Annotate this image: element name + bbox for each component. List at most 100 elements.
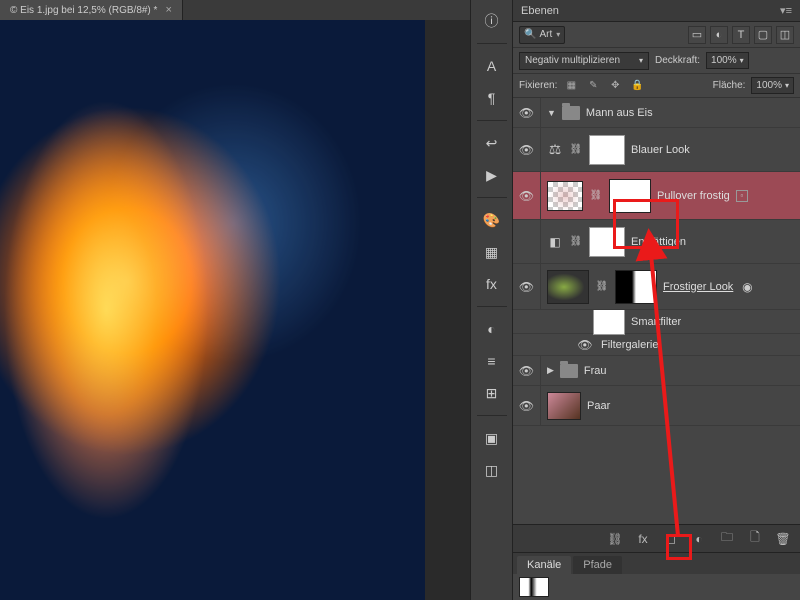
filter-shape-icon[interactable]: ▢ bbox=[754, 26, 772, 44]
expand-arrow-icon[interactable]: ▼ bbox=[547, 108, 556, 118]
channel-thumb[interactable] bbox=[519, 577, 549, 597]
new-layer-icon[interactable]: 🗋 bbox=[746, 530, 764, 548]
visibility-toggle[interactable]: 👁 bbox=[513, 386, 541, 425]
filter-mask-thumb[interactable] bbox=[593, 309, 625, 335]
link-icon[interactable]: ⛓ bbox=[589, 190, 603, 201]
opacity-label: Deckkraft: bbox=[655, 55, 700, 66]
layer-name[interactable]: Frostiger Look bbox=[663, 281, 733, 293]
layer-name[interactable]: Blauer Look bbox=[631, 144, 690, 156]
opacity-value: 100% bbox=[711, 55, 737, 66]
tab-kanale[interactable]: Kanäle bbox=[517, 556, 571, 574]
history-icon[interactable]: ↩ bbox=[479, 130, 505, 156]
document-tab-bar: © Eis 1.jpg bei 12,5% (RGB/8#) * × bbox=[0, 0, 470, 20]
play-icon[interactable]: ▶ bbox=[479, 162, 505, 188]
add-adjust-icon[interactable]: ◐ bbox=[690, 530, 708, 548]
visibility-toggle[interactable]: 👁 bbox=[513, 128, 541, 171]
filter-type-select[interactable]: 🔍 Art ▾ bbox=[519, 26, 565, 44]
lock-paint-icon[interactable]: ✎ bbox=[585, 78, 601, 94]
visibility-toggle[interactable]: 👁 bbox=[513, 172, 541, 219]
document-tab[interactable]: © Eis 1.jpg bei 12,5% (RGB/8#) * × bbox=[0, 0, 183, 20]
layer-name[interactable]: Frau bbox=[584, 365, 607, 377]
lock-all-icon[interactable]: 🔒 bbox=[629, 78, 645, 94]
filter-pixmap-icon[interactable]: ▭ bbox=[688, 26, 706, 44]
mask-thumb[interactable] bbox=[589, 227, 625, 257]
para-icon[interactable]: ¶ bbox=[479, 85, 505, 111]
panel-menu-icon[interactable]: ▾≡ bbox=[780, 4, 792, 17]
chevron-down-icon: ▾ bbox=[556, 30, 560, 39]
new-group-icon[interactable]: 🗀 bbox=[718, 530, 736, 548]
visibility-toggle[interactable]: 👁 bbox=[513, 356, 541, 385]
visibility-toggle[interactable]: 👁 bbox=[513, 98, 541, 127]
lock-transp-icon[interactable]: ▦ bbox=[563, 78, 579, 94]
close-icon[interactable]: × bbox=[165, 4, 171, 16]
layer-frostiger-look[interactable]: 👁 ⛓ Frostiger Look ◉ bbox=[513, 264, 800, 310]
layer-paar[interactable]: 👁 Paar bbox=[513, 386, 800, 426]
layers-list: 👁 ▼ Mann aus Eis 👁 ⚖ ⛓ Blauer Look 👁 ⛓ bbox=[513, 98, 800, 524]
layer-pullover-frostig[interactable]: 👁 ⛓ Pullover frostig ▫ bbox=[513, 172, 800, 220]
layer-group-mann[interactable]: 👁 ▼ Mann aus Eis bbox=[513, 98, 800, 128]
document-tab-title: © Eis 1.jpg bei 12,5% (RGB/8#) * bbox=[10, 5, 157, 16]
link-icon[interactable]: ⛓ bbox=[569, 144, 583, 155]
layer-entsattigen[interactable]: ◧ ⛓ Entsättigen bbox=[513, 220, 800, 264]
layer-name[interactable]: Paar bbox=[587, 400, 610, 412]
delete-layer-icon[interactable]: 🗑 bbox=[774, 530, 792, 548]
info-icon[interactable]: ⓘ bbox=[479, 8, 505, 34]
filter-label: Art bbox=[539, 29, 552, 40]
visibility-toggle[interactable] bbox=[513, 220, 541, 263]
layer-filter-row: 🔍 Art ▾ ▭ ◐ T ▢ ◫ bbox=[513, 22, 800, 48]
layer-group-frau[interactable]: 👁 ▶ Frau bbox=[513, 356, 800, 386]
layer-name[interactable]: Entsättigen bbox=[631, 236, 686, 248]
char-icon[interactable]: A bbox=[479, 53, 505, 79]
channels-tabs: Kanäle Pfade bbox=[513, 552, 800, 574]
layer-thumb[interactable] bbox=[547, 392, 581, 420]
grid2-icon[interactable]: ◫ bbox=[479, 457, 505, 483]
filter-smart-icon[interactable]: ◫ bbox=[776, 26, 794, 44]
mask-thumb[interactable] bbox=[609, 179, 651, 213]
smartfilter-row[interactable]: Smartfilter bbox=[513, 310, 800, 334]
nav-icon[interactable]: ▣ bbox=[479, 425, 505, 451]
fill-label: Fläche: bbox=[713, 80, 746, 91]
collapse-arrow-icon[interactable]: ▶ bbox=[547, 365, 554, 376]
add-mask-icon[interactable]: ◻ bbox=[662, 530, 680, 548]
palette-icon[interactable]: 🎨 bbox=[479, 207, 505, 233]
adjust-icon[interactable]: ◐ bbox=[479, 316, 505, 342]
chevron-down-icon: ▾ bbox=[639, 56, 643, 65]
channels-body bbox=[513, 574, 800, 600]
panel-title: Ebenen bbox=[521, 5, 559, 17]
layer-thumb[interactable] bbox=[547, 270, 589, 304]
link-layers-icon[interactable]: ⛓ bbox=[606, 530, 624, 548]
fx-icon[interactable]: fx bbox=[634, 530, 652, 548]
opacity-input[interactable]: 100% ▾ bbox=[706, 52, 749, 69]
layer-thumb[interactable] bbox=[547, 181, 583, 211]
layer-blauer-look[interactable]: 👁 ⚖ ⛓ Blauer Look bbox=[513, 128, 800, 172]
layer-name[interactable]: Pullover frostig bbox=[657, 190, 730, 202]
layers-panel: Ebenen ▾≡ 🔍 Art ▾ ▭ ◐ T ▢ ◫ Negativ mult… bbox=[512, 0, 800, 600]
styles-icon[interactable]: fx bbox=[479, 271, 505, 297]
link-icon[interactable]: ⛓ bbox=[595, 281, 609, 292]
filter-name[interactable]: Filtergalerie bbox=[601, 339, 658, 351]
smart-object-icon: ▫ bbox=[736, 190, 748, 202]
link-icon[interactable]: ⛓ bbox=[569, 236, 583, 247]
chevron-down-icon: ▾ bbox=[740, 56, 744, 65]
layers-footer: ⛓ fx ◻ ◐ 🗀 🗋 🗑 bbox=[513, 524, 800, 552]
tab-pfade[interactable]: Pfade bbox=[573, 556, 622, 574]
lock-row: Fixieren: ▦ ✎ ✥ 🔒 Fläche: 100% ▾ bbox=[513, 74, 800, 98]
filter-adjust-icon[interactable]: ◐ bbox=[710, 26, 728, 44]
mask-thumb[interactable] bbox=[615, 270, 657, 304]
fill-input[interactable]: 100% ▾ bbox=[751, 77, 794, 94]
lock-label: Fixieren: bbox=[519, 80, 557, 91]
canvas[interactable] bbox=[0, 20, 425, 600]
visibility-toggle[interactable]: 👁 bbox=[513, 264, 541, 309]
grid-icon[interactable]: ⊞ bbox=[479, 380, 505, 406]
visibility-toggle[interactable]: 👁 bbox=[575, 338, 595, 352]
lock-move-icon[interactable]: ✥ bbox=[607, 78, 623, 94]
swatches-icon[interactable]: ▦ bbox=[479, 239, 505, 265]
bars-icon[interactable]: ≡ bbox=[479, 348, 505, 374]
blend-row: Negativ multiplizieren ▾ Deckkraft: 100%… bbox=[513, 48, 800, 74]
filter-entry-row[interactable]: 👁 Filtergalerie bbox=[513, 334, 800, 356]
mask-thumb[interactable] bbox=[589, 135, 625, 165]
blend-mode-select[interactable]: Negativ multiplizieren ▾ bbox=[519, 52, 649, 70]
layer-name[interactable]: Mann aus Eis bbox=[586, 107, 653, 119]
filter-type-icon[interactable]: T bbox=[732, 26, 750, 44]
blend-mode-value: Negativ multiplizieren bbox=[525, 55, 620, 66]
